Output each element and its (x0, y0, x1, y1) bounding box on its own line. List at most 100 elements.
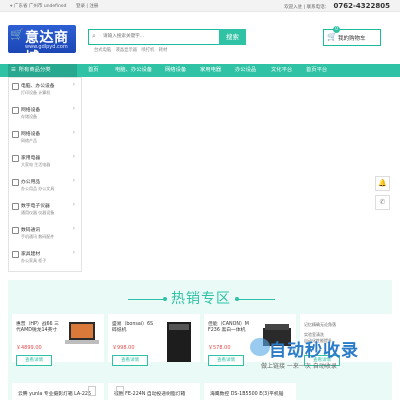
category-sub: 打印设备 计算机 (21, 90, 51, 95)
category-sub: 手机通讯 数码配件 (21, 234, 55, 239)
view-details-button[interactable]: 查看详情 (208, 355, 244, 366)
view-details-button[interactable]: 查看详情 (16, 355, 52, 366)
category-icon (12, 179, 19, 186)
title-divider-left (128, 299, 166, 300)
nav-item-appliances[interactable]: 家用电器 (200, 64, 221, 77)
category-title: 数字电子仪器 (21, 204, 50, 209)
phone-icon[interactable]: ✆ (375, 195, 390, 210)
hot-word[interactable]: 台式电脑 (94, 48, 111, 53)
product-card[interactable]: 海鹰数控 DS-1B5500 E(3)平机锯 (204, 383, 296, 403)
category-sub: 网络产品 (21, 138, 37, 143)
location-text: 广东省 广州市 undefined (13, 4, 67, 9)
product-name: 惠普（HP）战66 三代AMD锐龙14英寸 (16, 322, 59, 333)
site-logo[interactable]: 🛒 意达商城 www.gdlpyd.com (8, 25, 76, 53)
sidebar-category[interactable]: 电脑、办公设备 打印设备 计算机 › (9, 80, 81, 101)
logo-url: www.gdlpyd.com (25, 44, 68, 50)
welcome-link[interactable]: 欢迎入驻 (284, 5, 302, 10)
category-icon (12, 107, 19, 114)
search-placeholder: 请输入搜索关键字... (103, 34, 145, 39)
product-card[interactable]: 得胜 FE-224N 自动投递树脂灯箱 (108, 383, 200, 403)
cart-button[interactable]: 🛒 0 我的购物车 (323, 26, 381, 46)
hotline-label: 联系电话： (306, 5, 330, 10)
cart-count-badge: 0 (333, 26, 340, 33)
watermark-slogan: 做上链接 一来一次 自动收录 (261, 363, 337, 370)
search-icon: ⌕ (92, 32, 96, 40)
all-categories-label: 所有商品分类 (18, 67, 51, 73)
sidebar-category[interactable]: 网络设备 存储设备 › (9, 104, 81, 125)
product-card[interactable]: 云腾 yunla 专业摄影灯箱 LA-226 (12, 383, 104, 403)
category-sub: 大家电 生活电器 (21, 162, 51, 167)
category-title: 网络设备 (21, 132, 41, 137)
product-price: ￥578.00 (208, 345, 231, 351)
sidebar-category[interactable]: 数码通讯 手机通讯 数码配件 › (9, 224, 81, 245)
view-details-button[interactable]: 查看详情 (112, 355, 148, 366)
nav-item-platform[interactable]: 首页平台 (306, 64, 327, 77)
sidebar-category[interactable]: 网络设备 网络产品 › (9, 128, 81, 149)
product-name: 佳能（CANON）M F236 黑白一体机 (208, 322, 249, 333)
sidebar-category[interactable]: 数字电子仪器 通用仪器 仪器设备 › (9, 200, 81, 221)
category-icon (12, 131, 19, 138)
product-name: 得胜 FE-224N 自动投递树脂灯箱 (114, 392, 186, 397)
product-name: 海鹰数控 DS-1B5500 E(3)平机锯 (210, 392, 284, 397)
shredder-image (167, 322, 191, 362)
nav-item-culture[interactable]: 文化平台 (271, 64, 292, 77)
search-bar: ⌕ 请输入搜索关键字... 搜索 (88, 29, 246, 45)
title-divider-right (237, 299, 275, 300)
category-icon (12, 155, 19, 162)
category-sub: 存储设备 (21, 114, 37, 119)
product-card[interactable]: 盛易（bonsai）6S 碎纸机 ￥998.00 查看详情 (108, 314, 200, 366)
search-button[interactable]: 搜索 (219, 29, 246, 45)
hotline-phone: 0762-4322805 (333, 2, 390, 10)
nav-item-office[interactable]: 办公设品 (235, 64, 256, 77)
product-price: ￥4899.00 (16, 345, 42, 351)
chevron-right-icon: › (72, 201, 75, 208)
product-name: 云腾 yunla 专业摄影灯箱 LA-226 (18, 392, 91, 397)
sidebar-category[interactable]: 家具建材 办公家具 柜子 › (9, 248, 81, 269)
category-icon (12, 251, 19, 258)
hot-word[interactable]: 喷打机 (141, 48, 154, 53)
nav-item-computers[interactable]: 电脑、办公设备 (115, 64, 152, 77)
chevron-right-icon: › (72, 225, 75, 232)
title-dot-left (163, 297, 167, 301)
floating-toolbar: 🔔 ✆ (375, 176, 390, 214)
hot-section-title: 热销专区 (171, 291, 231, 307)
watermark-logo-icon (250, 338, 270, 356)
top-bar: ⌖ 广东省 广州市 undefined 登录 | 注册 欢迎入驻 | 联系电话：… (0, 0, 400, 12)
category-icon (12, 203, 19, 210)
category-sidebar: 电脑、办公设备 打印设备 计算机 › 网络设备 存储设备 › 网络设备 网络产品… (8, 77, 82, 272)
chevron-right-icon: › (72, 153, 75, 160)
search-input[interactable]: ⌕ 请输入搜索关键字... (88, 29, 220, 45)
nav-item-network[interactable]: 网络设备 (165, 64, 186, 77)
chevron-right-icon: › (72, 105, 75, 112)
category-icon (12, 227, 19, 234)
watermark: 自动秒收录 做上链接 一来一次 自动收录 (247, 332, 392, 382)
hot-word[interactable]: 耗材 (159, 48, 168, 53)
category-sub: 通用仪器 仪器设备 (21, 210, 55, 215)
location-selector[interactable]: ⌖ 广东省 广州市 undefined (10, 3, 67, 9)
product-card[interactable]: 惠普（HP）战66 三代AMD锐龙14英寸 ￥4899.00 查看详情 (12, 314, 104, 366)
location-pin-icon: ⌖ (10, 4, 13, 9)
category-sub: 办公家具 柜子 (21, 258, 47, 263)
category-title: 网络设备 (21, 108, 41, 113)
all-categories-button[interactable]: ☰ 所有商品分类 (8, 64, 77, 77)
hot-search-words: 台式电脑 液晶显示器 喷打机 耗材 (94, 47, 170, 53)
login-link[interactable]: 登录 (76, 4, 85, 9)
logo-cart-icon: 🛒 (10, 28, 24, 41)
chevron-right-icon: › (72, 81, 75, 88)
menu-icon: ☰ (11, 67, 16, 73)
sidebar-category[interactable]: 办公用品 办公用品 办公文具 › (9, 176, 81, 197)
product-image-placeholder (116, 386, 124, 396)
sidebar-category[interactable]: 家用电器 大家电 生活电器 › (9, 152, 81, 173)
product-image-placeholder (88, 386, 96, 396)
category-icon (12, 83, 19, 90)
product-name: 盛易（bonsai）6S 碎纸机 (112, 322, 154, 333)
category-sub: 办公用品 办公文具 (21, 186, 55, 191)
cart-icon: 🛒 (327, 32, 337, 41)
nav-item-home[interactable]: 首页 (88, 64, 99, 77)
category-title: 家具建材 (21, 252, 41, 257)
cart-label: 我的购物车 (338, 36, 366, 42)
hot-word[interactable]: 液晶显示器 (116, 48, 137, 53)
notification-bell-icon[interactable]: 🔔 (375, 176, 390, 191)
laptop-image (65, 322, 99, 344)
register-link[interactable]: 注册 (89, 4, 98, 9)
